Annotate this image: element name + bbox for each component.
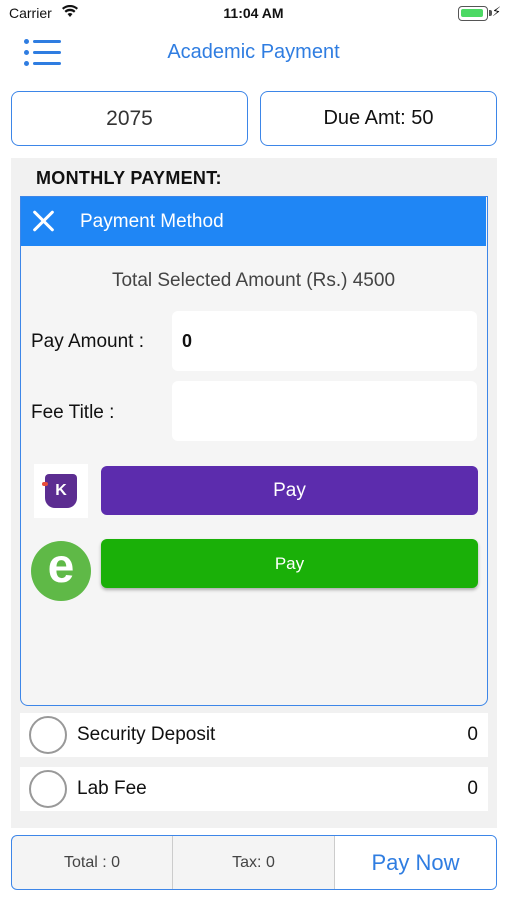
section-title: MONTHLY PAYMENT: [36,168,222,188]
due-amount-box: Due Amt: 50 [260,91,497,146]
khalti-shield-icon: K [42,474,77,508]
tax-label: Tax: 0 [173,836,335,889]
pay-now-button[interactable]: Pay Now [335,836,496,889]
payment-method-modal: Payment Method Total Selected Amount (Rs… [20,196,488,706]
radio-icon[interactable] [29,770,67,808]
fee-name: Lab Fee [77,778,147,799]
khalti-logo: K [34,464,88,518]
esewa-pay-button[interactable]: Pay [101,539,478,588]
modal-header: Payment Method [21,197,486,246]
esewa-logo: e [31,541,91,601]
charging-icon: ⚡ [492,4,502,19]
list-item[interactable]: Security Deposit 0 [20,713,488,757]
status-bar: Carrier 11:04 AM ⚡ [0,0,507,28]
fee-title-label: Fee Title : [31,402,115,423]
total-selected-amount: Total Selected Amount (Rs.) 4500 [111,270,396,291]
year-selector[interactable]: 2075 [11,91,248,146]
nav-bar: Academic Payment [0,28,507,78]
pay-amount-label: Pay Amount : [31,331,145,352]
fee-name: Security Deposit [77,724,216,745]
fee-amount: 0 [467,778,478,799]
close-icon[interactable] [31,208,57,234]
list-item[interactable]: Lab Fee 0 [20,767,488,811]
page-title: Academic Payment [167,41,340,63]
khalti-pay-button[interactable]: Pay [101,466,478,515]
modal-title: Payment Method [80,211,224,232]
pay-amount-input[interactable]: 0 [172,311,477,371]
battery-icon [458,6,492,21]
radio-icon[interactable] [29,716,67,754]
fee-title-input[interactable] [172,381,477,441]
fee-amount: 0 [467,724,478,745]
clock: 11:04 AM [223,5,284,21]
bottom-bar: Total : 0 Tax: 0 Pay Now [11,835,497,890]
total-label: Total : 0 [12,836,173,889]
